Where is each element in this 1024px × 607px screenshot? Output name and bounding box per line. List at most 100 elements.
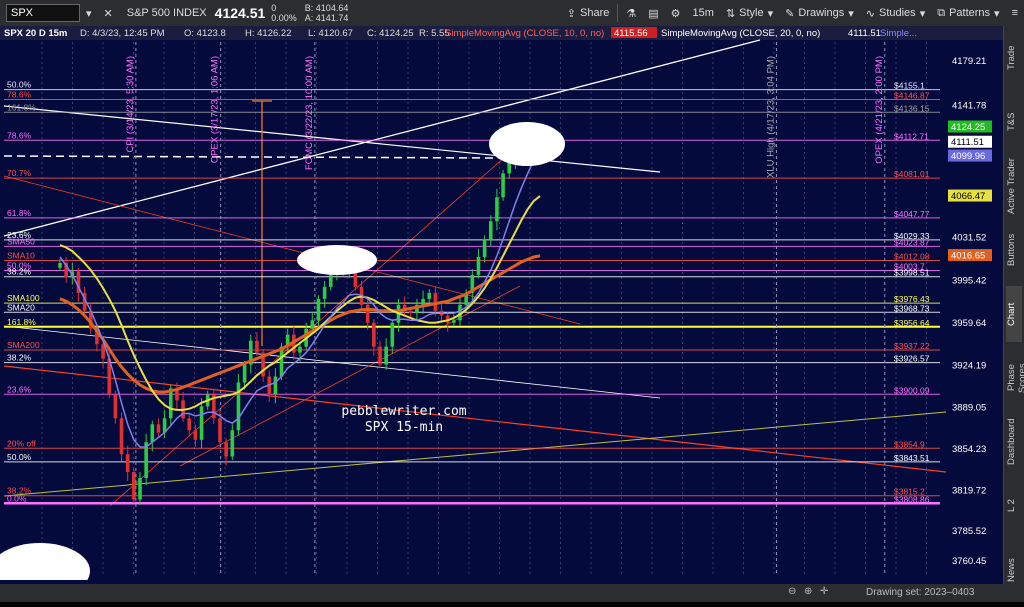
y-tick-label: 4031.52	[952, 232, 986, 243]
sidebar-tab-active-trader[interactable]: Active Trader	[1006, 158, 1022, 214]
sidebar-tab-trade[interactable]: Trade	[1006, 30, 1022, 86]
more-button[interactable]: ≡	[1006, 2, 1024, 24]
candle-body	[236, 382, 241, 431]
candle-body	[372, 322, 376, 347]
sidebar-tab-l-2[interactable]: L 2	[1006, 478, 1022, 534]
candle-body	[378, 346, 382, 365]
ask-value: A: 4141.74	[304, 13, 349, 23]
highlight-ellipse	[297, 245, 377, 275]
price-level-right-label: $4081.01	[894, 169, 930, 179]
price-chart[interactable]: 50.0% $4155.1 78.6% $4146.87 161.8% $4136.15 7…	[0, 26, 1004, 607]
candle-body	[482, 239, 487, 258]
close-icon[interactable]: ✕	[98, 2, 119, 24]
patterns-icon: ⧉	[937, 6, 946, 19]
sidebar-tab-news[interactable]: News	[1006, 542, 1022, 598]
price-level-left-label: 161.8%	[7, 102, 36, 112]
interval-button[interactable]: 15m	[687, 2, 720, 24]
price-level-right-label: $4155.1	[894, 81, 925, 91]
candle-body	[168, 388, 173, 419]
price-badge-label: 4066.47	[951, 191, 985, 202]
chart-area[interactable]: 50.0% $4155.1 78.6% $4146.87 161.8% $4136.15 7…	[0, 26, 1004, 607]
candle-body	[476, 257, 481, 275]
bid-ask-block: B: 4104.64 A: 4141.74	[305, 3, 349, 23]
candle-body	[495, 197, 499, 222]
zoom-out-icon[interactable]: ⊖	[788, 586, 796, 597]
price-level-right-label: $4023.87	[894, 237, 930, 247]
candle-body	[421, 298, 425, 305]
right-sidebar: Trade T&S Active Trader Buttons Chart Phase S…	[1003, 26, 1024, 602]
zoom-in-icon[interactable]: ⊕	[804, 586, 812, 597]
share-icon: ⇪	[566, 7, 577, 20]
studies-button[interactable]: ∿ Studies ▾	[860, 2, 931, 24]
crosshair-icon[interactable]: ✛	[820, 586, 828, 597]
candle-body	[298, 346, 302, 353]
chart-title: SPX 20 D 15m	[4, 28, 67, 39]
menu-icon: ≡	[1011, 7, 1018, 19]
y-tick-label: 3819.72	[952, 485, 986, 496]
flask-icon: ⚗	[626, 7, 637, 20]
y-tick-label: 3924.19	[952, 361, 986, 372]
chevron-down-icon: ▾	[848, 7, 854, 20]
candle-body	[113, 394, 118, 419]
candle-body	[242, 364, 247, 383]
highlight-ellipse	[489, 122, 565, 166]
candle-body	[58, 263, 62, 268]
sma20-label: SimpleMovingAvg (CLOSE, 20, 0, no)	[661, 28, 820, 39]
share-button[interactable]: ⇪ Share	[561, 2, 616, 24]
symbol-input[interactable]	[6, 4, 80, 22]
candle-body	[218, 418, 222, 443]
more-studies: Simple...	[880, 28, 917, 39]
gear-icon: ⚙	[670, 7, 681, 20]
sma10-value: 4115.56	[614, 28, 648, 39]
chevron-down-icon: ▾	[767, 7, 774, 20]
price-level-left-label: 0.0%	[7, 493, 27, 503]
bar-close: C: 4124.25	[367, 28, 413, 39]
notes-icon: ▤	[648, 7, 659, 20]
sidebar-tab-phase-scores[interactable]: Phase Scores	[1006, 350, 1024, 406]
price-badge-label: 4111.51	[951, 137, 984, 148]
symbol-dropdown-icon[interactable]: ▾	[80, 2, 98, 24]
settings-button[interactable]: ⚙	[665, 2, 687, 24]
price-level-right-label: $3968.73	[894, 303, 930, 313]
price-level-right-label: $4047.77	[894, 209, 930, 219]
candle-body	[322, 286, 327, 299]
candle-body	[452, 320, 456, 323]
price-level-right-label: $3900.09	[894, 385, 930, 395]
style-icon: ⇅	[725, 7, 736, 20]
sma10-label: SimpleMovingAvg (CLOSE, 10, 0, no)	[445, 28, 604, 39]
bar-open: O: 4123.8	[184, 28, 226, 39]
candle-body	[224, 442, 228, 457]
symbol-name: S&P 500 INDEX	[126, 7, 207, 19]
sidebar-tab-dashboard[interactable]: Dashboard	[1006, 414, 1022, 470]
sidebar-tab-buttons[interactable]: Buttons	[1006, 222, 1022, 278]
patterns-button[interactable]: ⧉ Patterns ▾	[931, 2, 1005, 24]
candle-body	[310, 320, 315, 329]
change-block: 0 0.00%	[271, 3, 297, 23]
y-tick-label: 3854.23	[952, 444, 986, 455]
watermark-line1: pebblewriter.com	[341, 404, 466, 419]
style-button[interactable]: ⇅ Style ▾	[720, 2, 779, 24]
candle-body	[328, 274, 333, 287]
candle-body	[138, 478, 142, 500]
candle-body	[365, 304, 370, 323]
price-level-right-label: $3854.9	[894, 439, 925, 449]
notes-button[interactable]: ▤	[642, 2, 664, 24]
sidebar-tab-t-s[interactable]: T&S	[1006, 94, 1022, 150]
bar-high: H: 4126.22	[245, 28, 291, 39]
y-tick-label: 3995.42	[952, 275, 986, 286]
sidebar-tab-chart[interactable]: Chart	[1006, 286, 1022, 342]
candle-body	[150, 424, 155, 443]
last-price: 4124.51	[214, 5, 266, 21]
price-level-right-label: $4012.08	[894, 252, 930, 262]
price-level-right-label: $3998.51	[894, 268, 930, 278]
event-label: CPI (3/14/23, 5:30 AM)	[125, 56, 136, 153]
price-level-left-label: SMA200	[7, 340, 40, 350]
info-bar: SPX 20 D 15m D: 4/3/23, 12:45 PM O: 4123…	[4, 27, 917, 39]
y-tick-label: 4141.78	[952, 101, 986, 112]
flask-button[interactable]: ⚗	[620, 2, 642, 24]
price-badge-label: 4016.65	[951, 251, 985, 262]
candle-body	[119, 418, 124, 455]
chevron-down-icon: ▾	[919, 7, 926, 20]
bar-date: D: 4/3/23, 12:45 PM	[80, 28, 165, 39]
drawings-button[interactable]: ✎ Drawings ▾	[779, 2, 860, 24]
